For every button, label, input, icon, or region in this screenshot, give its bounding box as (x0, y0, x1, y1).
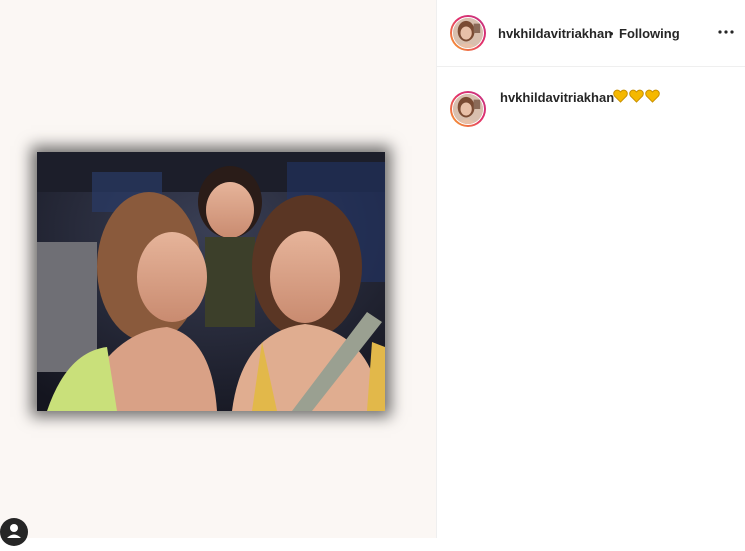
caption-comment: hvkhildavitriakhan (437, 80, 745, 140)
following-button[interactable]: Following (619, 26, 680, 41)
author-avatar[interactable] (450, 15, 486, 51)
post-media-pane (0, 0, 436, 546)
yellow-heart-icon (613, 89, 628, 103)
yellow-heart-icon (629, 89, 644, 103)
selfie-image (37, 152, 385, 411)
caption-emojis (613, 89, 661, 107)
profile-icon[interactable] (0, 518, 28, 546)
more-horizontal-icon[interactable] (716, 22, 736, 42)
post-header: hvkhildavitriakhan • Following (437, 0, 745, 67)
post-photo[interactable] (37, 152, 385, 411)
header-separator: • (609, 26, 614, 41)
caption-author-avatar[interactable] (450, 91, 486, 127)
author-username[interactable]: hvkhildavitriakhan (498, 26, 612, 41)
yellow-heart-icon (645, 89, 660, 103)
post-info-pane: hvkhildavitriakhan • Following hvkhildav… (437, 0, 745, 538)
caption-username[interactable]: hvkhildavitriakhan (500, 90, 614, 105)
